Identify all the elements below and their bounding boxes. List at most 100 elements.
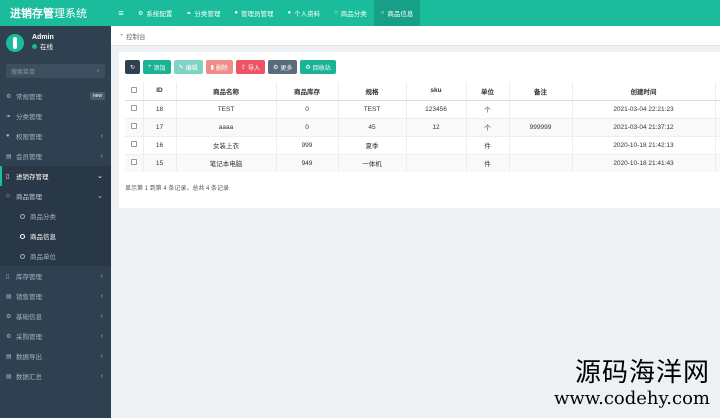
topnav-product-category[interactable]: ○ 商品分类 xyxy=(327,0,374,26)
sidebar-item-member[interactable]: ▤ 会员管理 ‹ xyxy=(0,146,111,166)
chevron-left-icon: ‹ xyxy=(100,352,103,360)
sidebar-item-product-unit[interactable]: 商品单位 xyxy=(0,246,111,266)
watermark-line1: 源码海洋网 xyxy=(574,358,710,388)
watermark-line2: www.codehy.com xyxy=(554,388,710,409)
leaf-icon: ❧ xyxy=(6,113,12,120)
table-row[interactable]: 16 女装上衣 999 夏季 件 2020-10-18 21:42:13 xyxy=(125,135,720,154)
gear-icon: ⚙ xyxy=(6,333,12,340)
user-status: 在线 xyxy=(32,43,54,53)
upload-icon: ⇪ xyxy=(240,64,246,71)
home-icon: ⌂ xyxy=(6,193,10,199)
sidebar-item-product-mgmt[interactable]: ⌂ 商品管理 ⌄ xyxy=(0,186,111,206)
row-checkbox[interactable] xyxy=(125,99,143,118)
chevron-left-icon: ‹ xyxy=(100,372,103,380)
recycle-icon: ♻ xyxy=(305,64,311,71)
row-checkbox[interactable] xyxy=(125,135,143,154)
avatar[interactable] xyxy=(6,34,24,52)
chevron-left-icon: ‹ xyxy=(100,332,103,340)
sidebar-item-general[interactable]: ⚙ 常规管理 new xyxy=(0,86,111,106)
file-icon: ▯ xyxy=(6,173,10,180)
sidebar-item-export[interactable]: ▤ 数据导出 ‹ xyxy=(0,346,111,366)
submenu-product: 商品分类 商品信息 商品单位 xyxy=(0,206,111,266)
user-panel: Admin 在线 xyxy=(0,26,111,60)
circle-icon xyxy=(20,213,25,219)
dashboard-icon: ◔ xyxy=(119,32,123,39)
sidebar-item-summary[interactable]: ▤ 数据汇总 ‹ xyxy=(0,366,111,386)
sidebar-item-purchase[interactable]: ⚙ 采购管理 ‹ xyxy=(0,326,111,346)
chevron-left-icon: ‹ xyxy=(100,132,103,140)
watermark: 源码海洋网 www.codehy.com xyxy=(554,358,710,410)
gear-icon: ⚙ xyxy=(138,10,144,17)
plus-icon: + xyxy=(148,64,152,70)
menu-toggle-icon[interactable]: ≡ xyxy=(111,0,131,26)
sidebar-item-inventory[interactable]: ▯ 进销存管理 ⌄ xyxy=(0,166,111,186)
circle-icon xyxy=(20,253,25,259)
new-badge: new xyxy=(89,92,105,100)
table-header-row: ID 商品名称 商品库存 规格 sku 单位 备注 创建时间 xyxy=(125,82,720,101)
col-ops xyxy=(714,82,720,101)
chevron-down-icon: ⌄ xyxy=(97,173,103,180)
breadcrumb-dashboard[interactable]: 控制台 xyxy=(126,31,146,41)
table-row[interactable]: 17 aaaa 0 45 12 个 999999 2021-03-04 21:3… xyxy=(125,117,720,136)
import-button[interactable]: ⇪ 导入 xyxy=(235,60,265,74)
sidebar-item-product-category[interactable]: 商品分类 xyxy=(0,206,111,226)
chevron-left-icon: ‹ xyxy=(100,152,103,160)
sidebar-item-product-info[interactable]: 商品信息 xyxy=(0,226,111,246)
recycle-button[interactable]: ♻ 回收站 xyxy=(300,60,336,74)
topnav-product-info[interactable]: ○ 商品信息 xyxy=(373,0,421,26)
col-id[interactable]: ID xyxy=(142,82,176,101)
app-title-bold: 进销存管 xyxy=(10,8,54,20)
trash-icon: ▮ xyxy=(210,64,214,71)
col-spec[interactable]: 规格 xyxy=(337,82,406,101)
file-icon: ▯ xyxy=(6,273,10,280)
leaf-icon: ❧ xyxy=(186,10,192,17)
row-checkbox[interactable] xyxy=(125,117,143,136)
col-sku[interactable]: sku xyxy=(405,82,466,101)
topnav-profile[interactable]: ● 个人资料 xyxy=(281,0,328,26)
menu-search-input[interactable]: 搜索菜单 ⌕ xyxy=(6,64,105,78)
sidebar-item-sales[interactable]: ▤ 销售管理 ‹ xyxy=(0,286,111,306)
sidebar-item-auth[interactable]: ● 权限管理 ‹ xyxy=(0,126,111,146)
col-stock[interactable]: 商品库存 xyxy=(275,82,338,101)
app-title-rest: 理系统 xyxy=(54,8,87,20)
submenu-inventory: ⌂ 商品管理 ⌄ 商品分类 商品信息 商品单位 xyxy=(0,186,111,266)
sidebar-item-basic[interactable]: ⚙ 基础信息 ‹ xyxy=(0,306,111,326)
online-dot-icon xyxy=(32,44,37,49)
app-logo[interactable]: 进销存管 理系统 xyxy=(0,0,111,26)
list-icon: ▤ xyxy=(6,373,12,380)
pagination-info: 显示第 1 到第 4 条记录，总共 4 条记录 xyxy=(125,186,230,192)
edit-button[interactable]: ✎ 编辑 xyxy=(173,60,203,74)
refresh-icon: ↻ xyxy=(130,64,136,71)
col-remark[interactable]: 备注 xyxy=(508,82,572,101)
sidebar-item-category[interactable]: ❧ 分类管理 xyxy=(0,106,111,126)
more-button[interactable]: ⚙ 更多 xyxy=(267,60,298,74)
pencil-icon: ✎ xyxy=(178,64,184,71)
top-bar: 进销存管 理系统 ≡ ⚙ 系统配置 ❧ 分类管理 ● 管理员管理 ● 个人资料 ○ 商品分类… xyxy=(0,0,720,26)
topnav-system-config[interactable]: ⚙ 系统配置 xyxy=(131,0,179,26)
col-name[interactable]: 商品名称 xyxy=(175,82,276,101)
sidebar: Admin 在线 搜索菜单 ⌕ ⚙ 常规管理 new ❧ 分类管理 ● 权限管理 ‹ ▤ 会… xyxy=(0,26,111,418)
sidebar-item-stock[interactable]: ▯ 库存管理 ‹ xyxy=(0,266,111,286)
cog-icon: ⚙ xyxy=(272,64,279,71)
gear-icon: ⚙ xyxy=(6,93,12,100)
topnav-admin[interactable]: ● 管理员管理 xyxy=(227,0,280,26)
select-all-checkbox[interactable] xyxy=(125,82,143,101)
list-icon: ▤ xyxy=(6,153,12,160)
user-icon: ● xyxy=(234,10,239,16)
user-icon: ● xyxy=(287,10,292,16)
group-icon: ● xyxy=(6,133,10,139)
col-created[interactable]: 创建时间 xyxy=(571,82,715,101)
user-name: Admin xyxy=(32,34,54,41)
add-button[interactable]: + 添加 xyxy=(143,60,171,74)
content-panel: ↻ + 添加 ✎ 编辑 ▮ 删除 ⇪ 导入 ⚙ 更多 ♻ 回收站 ID 商品名称 商品库存 … xyxy=(119,52,720,208)
row-checkbox[interactable] xyxy=(125,153,143,172)
topnav-category[interactable]: ❧ 分类管理 xyxy=(179,0,227,26)
chevron-left-icon: ‹ xyxy=(100,272,103,280)
list-icon: ▤ xyxy=(6,293,12,300)
table-row[interactable]: 18 TEST 0 TEST 123456 个 2021-03-04 22:21… xyxy=(125,99,720,118)
col-unit[interactable]: 单位 xyxy=(465,82,509,101)
table-row[interactable]: 15 笔记本电脑 949 一体机 件 2020-10-18 21:41:43 xyxy=(125,153,720,172)
refresh-button[interactable]: ↻ xyxy=(125,60,141,74)
delete-button[interactable]: ▮ 删除 xyxy=(205,60,233,74)
gear-icon: ⚙ xyxy=(6,313,12,320)
